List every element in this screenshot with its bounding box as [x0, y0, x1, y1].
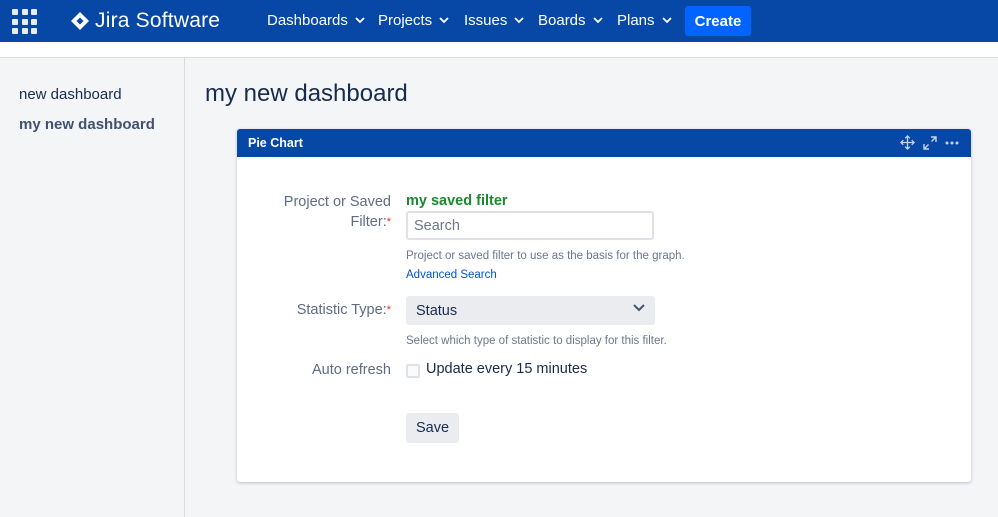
- save-button[interactable]: Save: [406, 413, 459, 443]
- page-title: my new dashboard: [205, 80, 408, 107]
- required-marker: *: [386, 216, 391, 228]
- auto-refresh-checkbox[interactable]: [406, 364, 420, 378]
- chevron-down-icon: [661, 17, 672, 24]
- gadget-actions: [900, 135, 959, 150]
- nav-dashboards-label: Dashboards: [267, 12, 348, 29]
- statistic-type-value: Status: [416, 302, 458, 319]
- pie-chart-gadget: Pie Chart Project or Saved Filter:* my s…: [237, 129, 971, 482]
- advanced-search-link[interactable]: Advanced Search: [406, 269, 497, 281]
- more-options-icon[interactable]: [945, 141, 959, 145]
- filter-label-text: Project or Saved Filter:: [283, 194, 391, 230]
- expand-icon[interactable]: [923, 135, 937, 150]
- jira-diamond-icon: [71, 12, 89, 30]
- gadget-header: Pie Chart: [237, 129, 971, 157]
- nav-issues-label: Issues: [464, 12, 508, 29]
- statistic-help-text: Select which type of statistic to displa…: [406, 335, 667, 347]
- auto-refresh-checkbox-label[interactable]: Update every 15 minutes: [426, 361, 587, 377]
- app-name: Jira Software: [95, 9, 221, 32]
- nav-issues[interactable]: Issues: [464, 12, 524, 29]
- top-navigation: Jira Software Dashboards Projects Issues…: [0, 0, 998, 42]
- statistic-field-label: Statistic Type:*: [241, 300, 391, 320]
- required-marker: *: [386, 304, 391, 316]
- nav-boards[interactable]: Boards: [538, 12, 603, 29]
- nav-boards-label: Boards: [538, 12, 586, 29]
- statistic-type-select[interactable]: Status: [406, 296, 655, 325]
- auto-refresh-label: Auto refresh: [312, 362, 391, 378]
- move-icon[interactable]: [900, 135, 915, 150]
- sidebar-item-my-new-dashboard[interactable]: my new dashboard: [19, 116, 155, 133]
- nav-projects-label: Projects: [378, 12, 433, 29]
- jira-logo[interactable]: Jira Software: [70, 8, 220, 34]
- chevron-down-icon: [592, 17, 603, 24]
- header-spacer: [0, 42, 998, 58]
- filter-help-text: Project or saved filter to use as the ba…: [406, 250, 685, 262]
- nav-dashboards[interactable]: Dashboards: [267, 12, 365, 29]
- chevron-down-icon: [633, 304, 645, 312]
- chevron-down-icon: [514, 17, 524, 24]
- selected-filter-name[interactable]: my saved filter: [406, 193, 508, 209]
- chevron-down-icon: [439, 17, 449, 24]
- nav-plans-label: Plans: [617, 12, 655, 29]
- filter-field-label: Project or Saved Filter:*: [241, 192, 391, 232]
- sidebar-item-new-dashboard[interactable]: new dashboard: [19, 86, 122, 103]
- app-switcher-icon[interactable]: [12, 9, 37, 34]
- chevron-down-icon: [355, 17, 365, 24]
- dashboard-sidebar: new dashboard my new dashboard: [0, 58, 185, 517]
- nav-projects[interactable]: Projects: [378, 12, 449, 29]
- create-button[interactable]: Create: [685, 6, 751, 36]
- nav-plans[interactable]: Plans: [617, 12, 672, 29]
- statistic-label-text: Statistic Type:: [296, 302, 387, 318]
- gadget-title: Pie Chart: [248, 136, 303, 150]
- filter-search-input[interactable]: [406, 211, 654, 240]
